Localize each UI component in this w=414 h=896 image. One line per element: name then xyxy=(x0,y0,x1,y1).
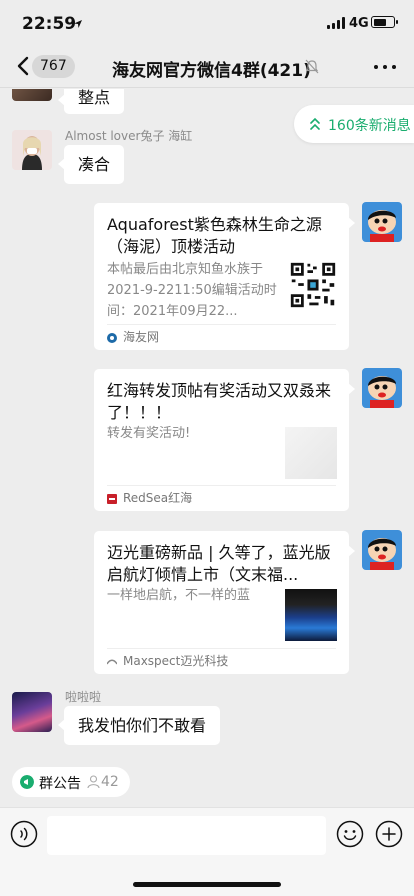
avatar[interactable] xyxy=(12,89,52,101)
source-logo-icon xyxy=(107,333,117,343)
link-card-thumbnail xyxy=(285,427,337,479)
link-card[interactable]: 红海转发顶帖有奖活动又双叒来了！！！ 转发有奖活动! RedSea红海 xyxy=(94,369,355,511)
new-messages-label: 160条新消息 xyxy=(328,118,411,134)
chat-title: 海友网官方微信4群(421) xyxy=(112,61,311,81)
avatar-image xyxy=(362,530,402,570)
network-type: 4G xyxy=(349,16,369,31)
home-indicator xyxy=(133,882,281,887)
link-card[interactable]: 迈光重磅新品 | 久等了，蓝光版启航灯倾情上市（文末福... 一样地启航，不一样… xyxy=(94,531,355,674)
aquarium-thumbnail xyxy=(285,589,337,641)
message-list[interactable]: 整点 160条新消息 Almost lover兔子 海缸 凑合 Aquafore… xyxy=(0,89,414,757)
message-bubble[interactable]: 凑合 xyxy=(57,145,125,184)
link-card-description: 转发有奖活动! xyxy=(107,426,191,441)
notice-icon xyxy=(20,775,34,789)
message-text: 凑合 xyxy=(78,155,111,174)
message-bubble[interactable]: 整点 xyxy=(57,89,125,114)
link-card-title: Aquaforest紫色森林生命之源（海泥）顶楼活动 xyxy=(107,215,322,256)
status-bar: 22:59 4G xyxy=(0,0,414,46)
link-card-source: Maxspect迈光科技 xyxy=(123,654,229,668)
avatar-image xyxy=(362,202,402,242)
sender-name: Almost lover兔子 海缸 xyxy=(65,129,193,143)
avatar[interactable] xyxy=(362,530,402,570)
double-chevron-up-icon xyxy=(310,117,320,130)
message-text: 我发怕你们不敢看 xyxy=(78,716,207,735)
avatar-image xyxy=(12,130,52,170)
link-card-source: RedSea红海 xyxy=(123,491,193,505)
chat-header: 767 海友网官方微信4群(421) xyxy=(0,46,414,88)
link-card-description: 本帖最后由北京知鱼水族于2021-9-2211:50编辑活动时间：2021年09… xyxy=(107,262,277,319)
link-card-title: 红海转发顶帖有奖活动又双叒来了！！！ xyxy=(107,381,332,422)
status-time: 22:59 xyxy=(22,14,77,34)
avatar[interactable] xyxy=(12,130,52,170)
notice-member-count: 42 xyxy=(101,774,119,790)
avatar[interactable] xyxy=(12,692,52,732)
sender-name: 啦啦啦 xyxy=(65,690,102,704)
message-input[interactable] xyxy=(47,816,326,855)
redsea-logo-icon xyxy=(107,494,117,504)
battery-icon xyxy=(371,16,398,28)
link-card[interactable]: Aquaforest紫色森林生命之源（海泥）顶楼活动 本帖最后由北京知鱼水族于2… xyxy=(94,203,355,350)
person-icon xyxy=(87,775,100,789)
more-options-icon[interactable] xyxy=(374,65,396,71)
back-chevron-icon[interactable] xyxy=(14,55,34,77)
link-card-footer: RedSea红海 xyxy=(107,485,336,511)
group-notice-button[interactable]: 群公告 42 xyxy=(12,767,130,797)
back-unread-count[interactable]: 767 xyxy=(32,55,75,78)
message-bubble[interactable]: 我发怕你们不敢看 xyxy=(57,706,221,745)
avatar-image xyxy=(362,368,402,408)
maxspect-logo-icon xyxy=(107,659,117,665)
plus-icon[interactable] xyxy=(375,820,403,848)
notice-bar: 群公告 42 xyxy=(0,757,414,807)
link-card-title: 迈光重磅新品 | 久等了，蓝光版启航灯倾情上市（文末福... xyxy=(107,543,331,584)
mute-bell-icon xyxy=(305,59,319,74)
link-card-footer: Maxspect迈光科技 xyxy=(107,648,336,674)
new-messages-button[interactable]: 160条新消息 xyxy=(294,105,414,143)
avatar[interactable] xyxy=(362,368,402,408)
signal-icon xyxy=(327,17,347,29)
link-card-description: 一样地启航，不一样的蓝 xyxy=(107,588,251,603)
message-text: 整点 xyxy=(78,89,111,107)
group-notice-label: 群公告 xyxy=(39,776,81,792)
qr-code-thumbnail xyxy=(289,261,337,309)
emoji-icon[interactable] xyxy=(336,820,364,848)
avatar[interactable] xyxy=(362,202,402,242)
link-card-source: 海友网 xyxy=(123,330,160,344)
location-arrow-icon xyxy=(74,20,82,28)
voice-input-icon[interactable] xyxy=(10,820,38,848)
link-card-footer: 海友网 xyxy=(107,324,336,350)
